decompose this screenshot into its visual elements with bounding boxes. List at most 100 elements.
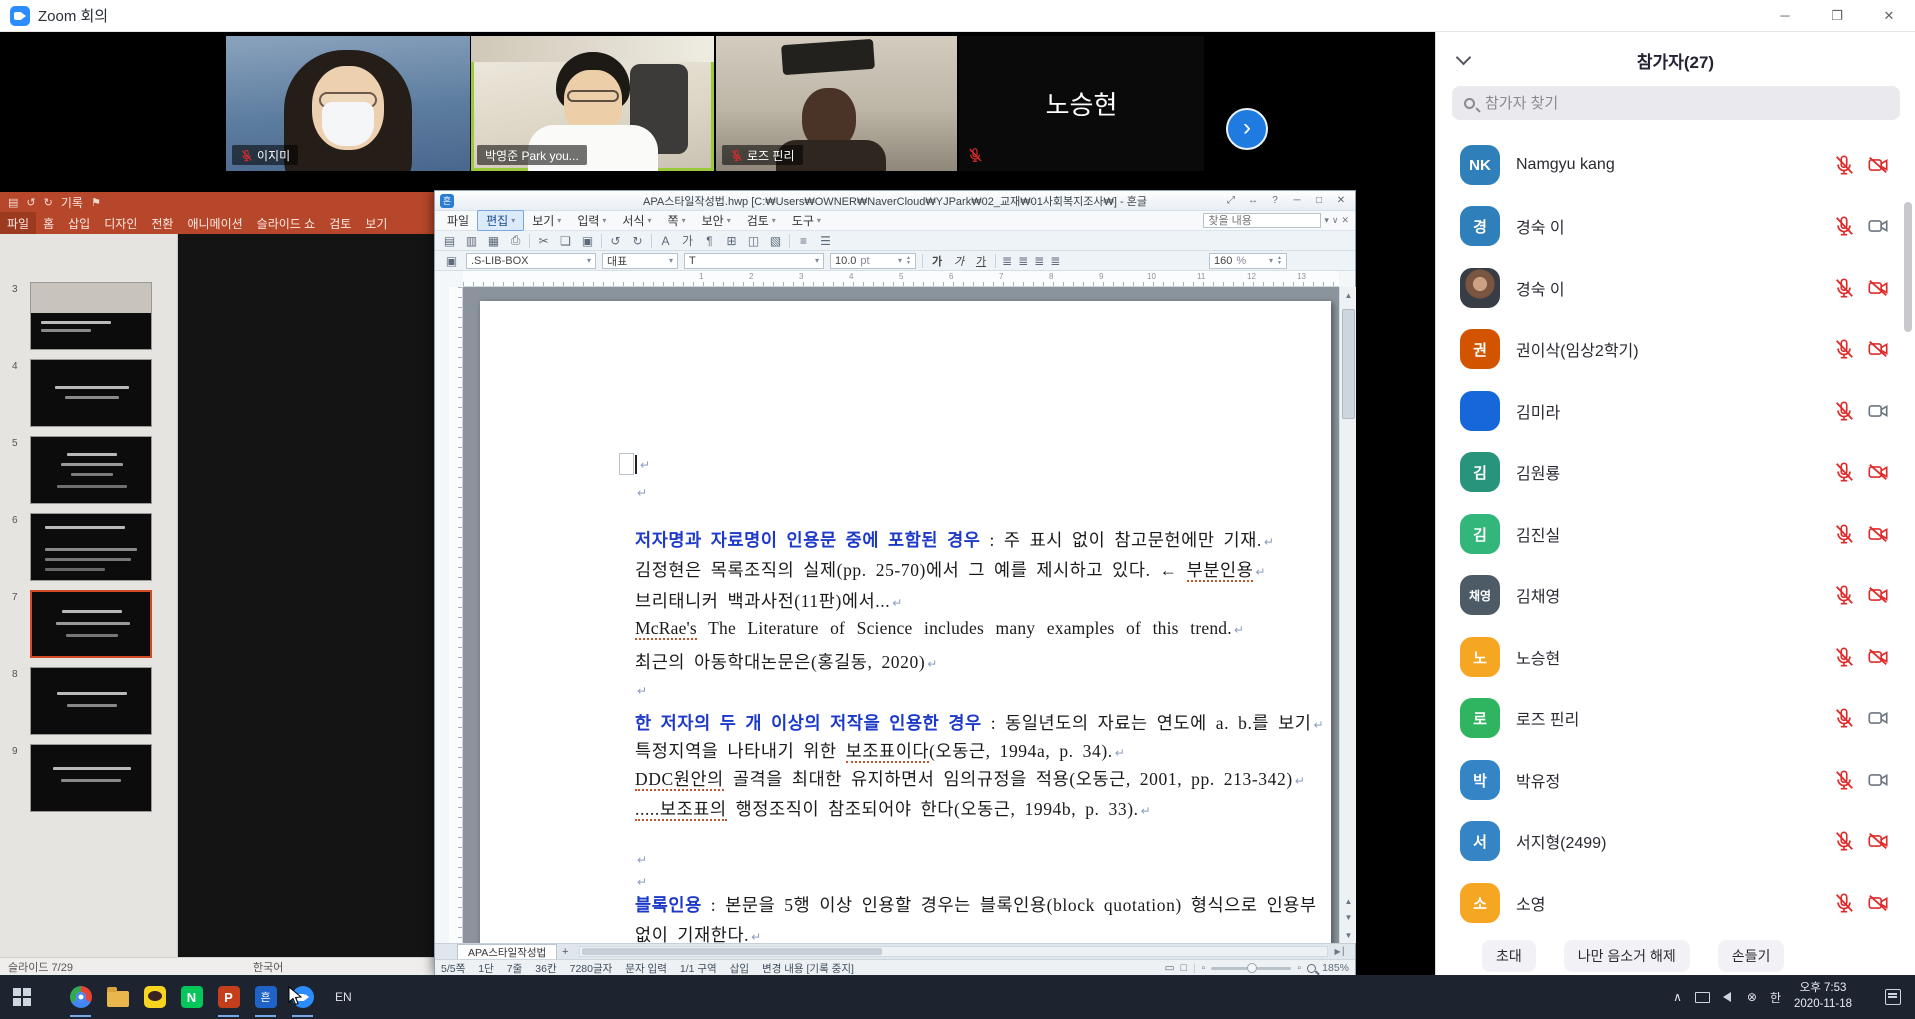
ppt-tab-view[interactable]: 보기 [358,212,394,234]
display-icon[interactable] [1695,992,1710,1003]
search-input[interactable] [1483,94,1888,113]
participant-row[interactable]: 김미라 [1436,383,1915,439]
video-tile-1[interactable]: 이지미 [226,36,470,171]
hwp-window[interactable]: 흔 APA스타일작성법.hwp [C:₩Users₩OWNER₩NaverClo… [434,190,1356,975]
ppt-tab-slideshow[interactable]: 슬라이드 쇼 [250,212,323,234]
minimize-button[interactable]: ─ [1759,0,1811,32]
paragraph-icon[interactable]: ¶ [701,232,718,249]
participant-row[interactable]: 경 경숙 이 [1436,198,1915,254]
window-split-icon[interactable]: ↔ [1243,193,1263,209]
document-tab-active[interactable]: APA스타일작성법 [457,944,557,959]
line-spacing-combo[interactable]: 160% ▾ ▲▼ [1209,253,1287,269]
fullscreen-icon[interactable]: ⤢ [1221,193,1241,209]
help-icon[interactable]: ? [1265,193,1285,209]
video-tile-4[interactable]: 노승현 [959,36,1204,171]
bold-button[interactable]: 가 [929,253,945,269]
ppt-tab-home[interactable]: 홈 [36,212,61,234]
menu-review[interactable]: 검토▾ [739,211,784,230]
view-mode-icon[interactable]: ▭ [1165,962,1175,974]
view-mode-icon[interactable]: □ [1181,962,1187,974]
slide-thumbnail-3[interactable] [30,282,152,350]
find-next-icon[interactable]: ∨ [1332,215,1339,226]
search-box[interactable] [1452,86,1900,120]
menu-view[interactable]: 보기▾ [524,211,569,230]
menu-file[interactable]: 파일 [439,211,477,230]
participant-row[interactable]: 김 김진실 [1436,506,1915,562]
powerpoint-window[interactable]: ▤ ↺ ↻ 기록 ⚑ 파일 홈 삽입 디자인 전환 애니메이션 슬라이드 쇼 검… [0,192,436,975]
raise-hand-button[interactable]: 손들기 [1718,940,1785,972]
align-left-icon[interactable]: ≣ [1002,254,1012,268]
video-tile-2-active-speaker[interactable]: 박영준 Park you... [471,36,714,171]
next-videos-button[interactable]: › [1226,108,1268,150]
participant-row[interactable]: 김 김원룡 [1436,444,1915,500]
save-icon[interactable]: ▤ [8,196,18,209]
document-vertical-scrollbar[interactable]: ▲ ▲ ▼ ▼ [1339,287,1356,943]
menu-page[interactable]: 쪽▾ [660,211,694,230]
hwp-close-button[interactable]: ✕ [1331,193,1351,209]
participant-row[interactable]: 권 권이삭(임상2학기) [1436,321,1915,377]
ppt-tab-design[interactable]: 디자인 [97,212,144,234]
document-page[interactable]: ↵ ↵ 저자명과 자료명이 인용문 중에 포함된 경우 : 주 표시 없이 참고… [480,301,1331,943]
participant-row[interactable]: 박 박유정 [1436,752,1915,808]
taskbar-kakaotalk-icon[interactable] [136,975,173,1019]
slide-thumbnail-8[interactable] [30,667,152,735]
open-folder-icon[interactable]: ▥ [463,232,480,249]
panel-scrollbar[interactable] [1904,202,1912,332]
ppt-tab-file[interactable]: 파일 [0,212,36,234]
align-right-icon[interactable]: ≣ [1034,254,1044,268]
undo-icon[interactable]: ↺ [607,232,624,249]
font-size-combo[interactable]: 10.0pt ▾ ▲▼ [830,253,916,269]
char-style-icon[interactable]: A [657,232,674,249]
slide-thumbnail-4[interactable] [30,359,152,427]
outline-icon[interactable]: ☰ [817,232,834,249]
zoom-in-icon[interactable]: ▫ [1297,962,1301,974]
ppt-tab-transitions[interactable]: 전환 [144,212,180,234]
slide-thumbnail-9[interactable] [30,744,152,812]
style-combo[interactable]: .S-LIB-BOX▾ [466,253,596,269]
document-area[interactable]: ↵ ↵ 저자명과 자료명이 인용문 중에 포함된 경우 : 주 표시 없이 참고… [463,287,1339,943]
horizontal-scrollbar[interactable] [579,946,1328,957]
style-box-icon[interactable]: ▣ [443,252,460,269]
participant-row[interactable]: NK Namgyu kang [1436,137,1915,193]
hwp-minimize-button[interactable]: ─ [1287,193,1307,209]
scrollbar-thumb[interactable] [582,948,882,955]
slide-thumbnail-5[interactable] [30,436,152,504]
table-icon[interactable]: ⊞ [723,232,740,249]
new-tab-button[interactable]: + [557,946,573,958]
menu-format[interactable]: 서식▾ [614,211,659,230]
participant-row[interactable]: 채영 김채영 [1436,567,1915,623]
maximize-button[interactable]: ❐ [1811,0,1863,32]
ppt-tab-insert[interactable]: 삽입 [61,212,97,234]
language-indicator[interactable]: 한국어 [253,959,283,975]
participant-row[interactable]: 경숙 이 [1436,260,1915,316]
align-justify-icon[interactable]: ≣ [1050,254,1060,268]
menu-security[interactable]: 보안▾ [694,211,739,230]
outline-combo[interactable]: 대표▾ [602,253,678,269]
clock[interactable]: 오후 7:53 2020-11-18 [1794,981,1852,1012]
invite-button[interactable]: 초대 [1482,940,1536,972]
picture-icon[interactable]: ▧ [767,232,784,249]
menu-edit-selected[interactable]: 편집▾ [477,210,524,231]
chart-icon[interactable]: ◫ [745,232,762,249]
menu-input[interactable]: 입력▾ [569,211,614,230]
ppt-tab-animations[interactable]: 애니메이션 [180,212,249,234]
hangul-style-icon[interactable]: 가 [679,232,696,249]
underline-button[interactable]: 가 [973,253,989,269]
copy-icon[interactable]: ❏ [557,232,574,249]
zoom-level[interactable]: 185% [1322,962,1349,974]
save-icon[interactable]: ▦ [485,232,502,249]
zoom-out-icon[interactable]: ▫ [1202,962,1206,974]
redo-icon[interactable]: ↻ [44,196,53,209]
participant-row[interactable]: 로 로즈 핀리 [1436,690,1915,746]
participant-row[interactable]: 소 소영 [1436,875,1915,931]
find-close-icon[interactable]: ✕ [1341,215,1349,226]
taskbar-naver-icon[interactable]: N [173,975,210,1019]
find-input[interactable] [1203,213,1321,228]
align-center-icon[interactable]: ≣ [1018,254,1028,268]
taskbar-chrome-icon[interactable] [62,975,99,1019]
language-button[interactable]: EN [329,986,358,1008]
blocked-icon[interactable]: ⊗ [1747,990,1757,1004]
slide-thumbnail-6[interactable] [30,513,152,581]
participant-row[interactable]: 서 서지형(2499) [1436,813,1915,869]
ime-indicator[interactable]: 한 [1770,989,1781,1006]
